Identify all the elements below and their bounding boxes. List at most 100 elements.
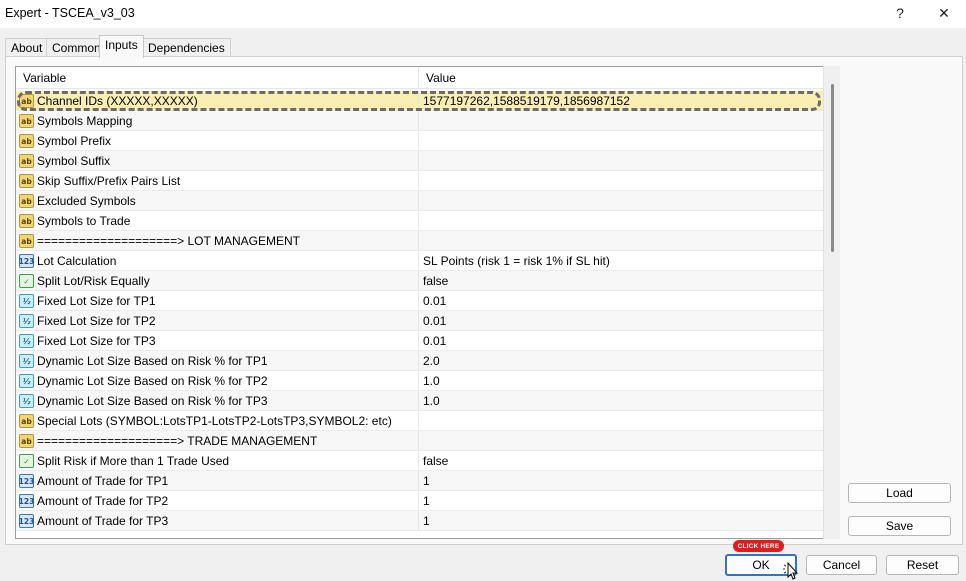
tab-common[interactable]: Common <box>46 38 107 57</box>
inputs-table: Variable Value ab Channel IDs (XXXXX,XXXX… <box>15 66 840 539</box>
tab-inputs[interactable]: Inputs <box>99 35 144 58</box>
table-row[interactable]: ½ Dynamic Lot Size Based on Risk % for TP… <box>16 371 824 391</box>
table-row[interactable]: ½ Fixed Lot Size for TP2 0.01 <box>16 311 824 331</box>
variable-name: Amount of Trade for TP3 <box>37 514 169 528</box>
table-row[interactable]: ab Symbols to Trade <box>16 211 824 231</box>
table-row[interactable]: 123 Amount of Trade for TP2 1 <box>16 491 824 511</box>
variable-value[interactable]: 2.0 <box>418 351 824 371</box>
table-row[interactable]: 123 Amount of Trade for TP1 1 <box>16 471 824 491</box>
table-header: Variable Value <box>16 67 824 89</box>
table-row[interactable]: ab ====================> LOT MANAGEMENT <box>16 231 824 251</box>
variable-value[interactable]: 1 <box>418 491 824 511</box>
table-row[interactable]: ✓ Split Lot/Risk Equally false <box>16 271 824 291</box>
variable-value[interactable] <box>418 111 824 131</box>
reset-button[interactable]: Reset <box>886 555 959 575</box>
string-type-icon: ab <box>19 134 34 148</box>
scrollbar-thumb[interactable] <box>831 84 834 252</box>
table-row[interactable]: ab Special Lots (SYMBOL:LotsTP1-LotsTP2-L… <box>16 411 824 431</box>
variable-value[interactable]: 1.0 <box>418 391 824 411</box>
variable-name: Excluded Symbols <box>37 194 136 208</box>
variable-name: Dynamic Lot Size Based on Risk % for TP1 <box>37 354 268 368</box>
variable-name: Fixed Lot Size for TP2 <box>37 314 156 328</box>
table-row[interactable]: ✓ Split Risk if More than 1 Trade Used fal… <box>16 451 824 471</box>
variable-value[interactable] <box>418 231 824 251</box>
string-type-icon: ab <box>19 94 34 108</box>
variable-value[interactable]: 1 <box>418 511 824 531</box>
integer-type-icon: 123 <box>19 254 34 268</box>
variable-name: Fixed Lot Size for TP1 <box>37 294 156 308</box>
table-row[interactable]: ½ Dynamic Lot Size Based on Risk % for TP… <box>16 391 824 411</box>
help-button[interactable]: ? <box>884 2 916 24</box>
close-icon: ✕ <box>938 4 950 21</box>
table-row[interactable]: ½ Dynamic Lot Size Based on Risk % for TP… <box>16 351 824 371</box>
double-type-icon: ½ <box>19 394 34 408</box>
double-type-icon: ½ <box>19 374 34 388</box>
table-row[interactable]: ab Symbols Mapping <box>16 111 824 131</box>
string-type-icon: ab <box>19 154 34 168</box>
variable-value[interactable]: 1.0 <box>418 371 824 391</box>
save-button[interactable]: Save <box>848 516 951 536</box>
string-type-icon: ab <box>19 414 34 428</box>
click-here-callout: CLICK HERE <box>733 540 784 552</box>
variable-value[interactable]: false <box>418 271 824 291</box>
table-row[interactable]: ab Skip Suffix/Prefix Pairs List <box>16 171 824 191</box>
variable-value[interactable] <box>418 411 824 431</box>
tab-about[interactable]: About <box>5 38 49 57</box>
variable-name: Dynamic Lot Size Based on Risk % for TP2 <box>37 374 268 388</box>
variable-value[interactable]: 0.01 <box>418 311 824 331</box>
close-button[interactable]: ✕ <box>928 2 960 24</box>
integer-type-icon: 123 <box>19 514 34 528</box>
double-type-icon: ½ <box>19 334 34 348</box>
variable-name: Symbols Mapping <box>37 114 133 128</box>
row-divider <box>16 530 824 531</box>
variable-name: Special Lots (SYMBOL:LotsTP1-LotsTP2-Lot… <box>37 414 392 428</box>
variable-value[interactable] <box>418 131 824 151</box>
variable-value[interactable] <box>418 171 824 191</box>
variable-value[interactable]: 0.01 <box>418 291 824 311</box>
variable-name: Channel IDs (XXXXX,XXXXX) <box>37 94 198 108</box>
header-variable[interactable]: Variable <box>16 67 418 89</box>
variable-name: Fixed Lot Size for TP3 <box>37 334 156 348</box>
variable-name: Split Risk if More than 1 Trade Used <box>37 454 230 468</box>
table-row[interactable]: ab Excluded Symbols <box>16 191 824 211</box>
variable-value[interactable]: 1 <box>418 471 824 491</box>
boolean-type-icon: ✓ <box>19 274 34 288</box>
string-type-icon: ab <box>19 194 34 208</box>
table-row[interactable]: ab ====================> TRADE MANAGEMENT <box>16 431 824 451</box>
variable-value[interactable] <box>418 431 824 451</box>
vertical-scrollbar[interactable] <box>823 66 840 539</box>
header-value[interactable]: Value <box>418 67 824 89</box>
variable-value[interactable] <box>418 191 824 211</box>
string-type-icon: ab <box>19 114 34 128</box>
table-row[interactable]: 123 Amount of Trade for TP3 1 <box>16 511 824 531</box>
boolean-type-icon: ✓ <box>19 454 34 468</box>
table-row[interactable]: 123 Lot Calculation SL Points (risk 1 = ri… <box>16 251 824 271</box>
double-type-icon: ½ <box>19 354 34 368</box>
string-type-icon: ab <box>19 234 34 248</box>
variable-value[interactable] <box>418 151 824 171</box>
load-button[interactable]: Load <box>848 483 951 503</box>
variable-name: Symbol Suffix <box>37 154 111 168</box>
table-row[interactable]: ab Symbol Prefix <box>16 131 824 151</box>
variable-name: ====================> TRADE MANAGEMENT <box>37 434 318 448</box>
variable-value[interactable]: false <box>418 451 824 471</box>
table-row[interactable]: ab Symbol Suffix <box>16 151 824 171</box>
string-type-icon: ab <box>19 214 34 228</box>
string-type-icon: ab <box>19 174 34 188</box>
table-row[interactable]: ab Channel IDs (XXXXX,XXXXX) 1577197262,15… <box>16 91 824 111</box>
variable-value[interactable] <box>418 211 824 231</box>
window-title: Expert - TSCEA_v3_03 <box>5 6 135 20</box>
variable-name: Amount of Trade for TP2 <box>37 494 169 508</box>
help-icon: ? <box>896 5 904 21</box>
variable-value[interactable]: 0.01 <box>418 331 824 351</box>
table-row[interactable]: ½ Fixed Lot Size for TP3 0.01 <box>16 331 824 351</box>
table-row[interactable]: ½ Fixed Lot Size for TP1 0.01 <box>16 291 824 311</box>
cancel-button[interactable]: Cancel <box>806 555 877 575</box>
integer-type-icon: 123 <box>19 494 34 508</box>
variable-name: Symbols to Trade <box>37 214 131 228</box>
variable-value[interactable]: 1577197262,1588519179,1856987152 <box>418 91 824 111</box>
tab-dependencies[interactable]: Dependencies <box>142 38 231 57</box>
integer-type-icon: 123 <box>19 474 34 488</box>
double-type-icon: ½ <box>19 314 34 328</box>
variable-value[interactable]: SL Points (risk 1 = risk 1% if SL hit) <box>418 251 824 271</box>
